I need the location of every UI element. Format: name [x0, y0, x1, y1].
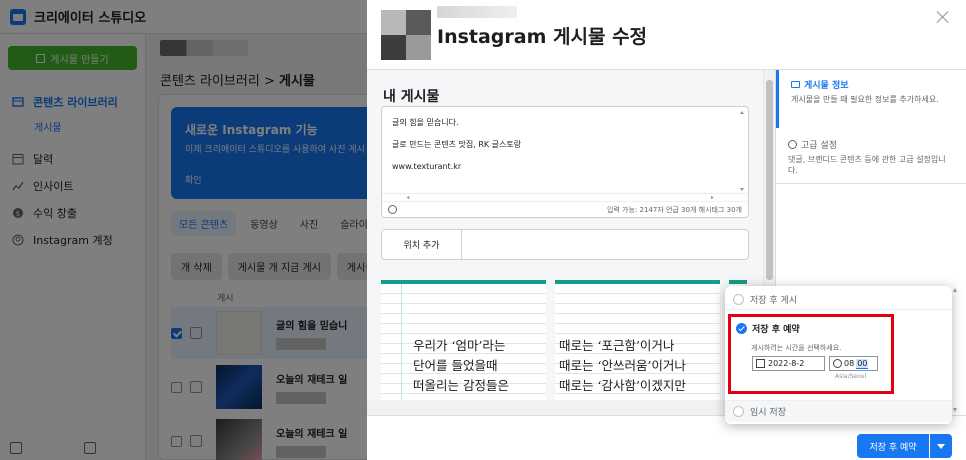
option-save-and-schedule[interactable]: 저장 후 예약 [736, 322, 800, 335]
close-icon[interactable] [936, 10, 950, 24]
time-hour[interactable]: 08 [844, 359, 854, 368]
modal-header: Instagram 게시물 수정 [367, 0, 966, 70]
caption-textarea[interactable]: 글의 힘을 믿습니다. 글로 만드는 콘텐츠 맛집, RK 글스토랑 www.t… [381, 106, 749, 218]
media-text: 때로는 ‘포근함’이거나 때로는 ‘안쓰러움’이거나 때로는 ‘감사함’이겠지만 [559, 338, 686, 393]
post-editor: 내 게시물 글의 힘을 믿습니다. 글로 만드는 콘텐츠 맛집, RK 글스토랑… [367, 70, 763, 415]
profile-avatar-blurred [381, 10, 431, 60]
media-item[interactable]: 우리가 ‘엄마’라는 단어를 들었을때 떠올리는 감정들은 [381, 280, 546, 415]
add-location-label: 위치 추가 [382, 230, 462, 259]
modal-body: 내 게시물 글의 힘을 믿습니다. 글로 만드는 콘텐츠 맛집, RK 글스토랑… [367, 70, 775, 415]
media-text: 우리가 ‘엄마’라는 단어를 들었을때 떠올리는 감정들은 [413, 338, 509, 393]
media-item[interactable]: 때로는 ‘포근함’이거나 때로는 ‘안쓰러움’이거나 때로는 ‘감사함’이겠지만 [555, 280, 720, 415]
caption-scrollbar[interactable] [738, 109, 746, 193]
schedule-hint: 게시하려는 시간을 선택하세요. [751, 344, 842, 352]
option-save-and-publish[interactable]: 저장 후 게시 [725, 290, 952, 310]
calendar-icon [756, 359, 765, 368]
option-save-draft[interactable]: 임시 저장 [725, 400, 952, 422]
timezone-label: Asia/Seoul [835, 373, 867, 380]
schedule-option-highlight: 저장 후 예약 게시하려는 시간을 선택하세요. 2022-8-2 08 00 … [728, 314, 894, 394]
caret-down-icon [937, 443, 945, 449]
media-carousel: 우리가 ‘엄마’라는 단어를 들었을때 떠올리는 감정들은 때로는 ‘포근함’이… [381, 280, 751, 415]
time-picker[interactable]: 08 00 [829, 356, 878, 371]
caption-footer: 입력 가능: 2147자 언급 30개 해시태그 30개 [382, 201, 748, 217]
section-title: 내 게시물 [383, 89, 440, 105]
clock-icon [833, 359, 842, 368]
emoji-icon[interactable] [388, 205, 397, 214]
account-handle-blurred [437, 6, 517, 18]
gear-icon [788, 140, 797, 149]
radio-button[interactable] [733, 294, 744, 305]
advanced-settings-section[interactable]: 고급 설정 댓글, 브랜디드 콘텐츠 등에 관한 고급 설정입니다. [776, 130, 966, 184]
post-info-icon [791, 81, 800, 88]
modal-title: Instagram 게시물 수정 [437, 26, 648, 48]
scroll-thumb[interactable] [766, 80, 773, 280]
body-hscrollbar[interactable] [367, 400, 763, 415]
char-count: 입력 가능: 2147자 언급 30개 해시태그 30개 [606, 205, 742, 214]
time-minute[interactable]: 00 [856, 358, 869, 369]
caption-hscrollbar[interactable] [382, 193, 748, 201]
radio-button-checked[interactable] [736, 323, 747, 334]
popover-scrollbar[interactable] [950, 286, 960, 414]
date-picker[interactable]: 2022-8-2 [752, 356, 825, 371]
radio-button[interactable] [733, 406, 744, 417]
location-field[interactable]: 위치 추가 [381, 229, 749, 260]
save-and-schedule-button[interactable]: 저장 후 예약 [857, 434, 929, 458]
post-info-section[interactable]: 게시물 정보 게시물을 만들 때 필요한 정보를 추가하세요. [776, 70, 966, 128]
publish-options-popover: 저장 후 게시 저장 후 예약 게시하려는 시간을 선택하세요. 2022-8-… [725, 286, 952, 424]
caption-text[interactable]: 글의 힘을 믿습니다. 글로 만드는 콘텐츠 맛집, RK 글스토랑 www.t… [392, 117, 521, 183]
publish-options-dropdown[interactable] [930, 434, 952, 458]
notebook-margin-line [401, 284, 402, 415]
